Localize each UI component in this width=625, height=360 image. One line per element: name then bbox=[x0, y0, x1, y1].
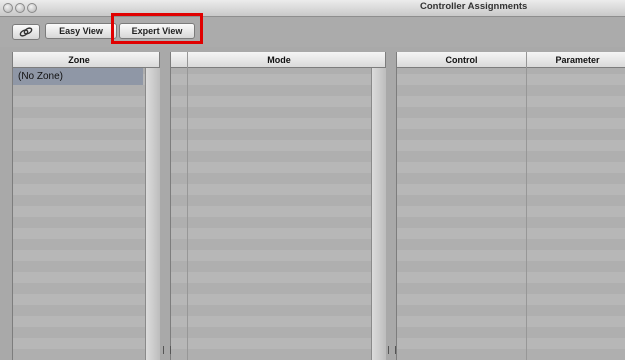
link-button[interactable] bbox=[12, 24, 40, 40]
title-bar: Controller Assignments bbox=[0, 0, 625, 17]
easy-view-button[interactable]: Easy View bbox=[45, 23, 117, 39]
zone-scrollbar[interactable] bbox=[145, 68, 160, 360]
control-column-header[interactable]: Control bbox=[397, 52, 526, 68]
zone-header-corner bbox=[145, 52, 159, 68]
expert-view-highlight bbox=[111, 13, 203, 44]
zoom-window-button[interactable] bbox=[27, 3, 37, 13]
mode-panel: Mode bbox=[163, 52, 396, 360]
parameter-column-header[interactable]: Parameter bbox=[527, 52, 625, 68]
window-title: Controller Assignments bbox=[420, 1, 528, 12]
close-window-button[interactable] bbox=[3, 3, 13, 13]
split-grip-right[interactable] bbox=[388, 346, 396, 354]
zone-panel: Zone (No Zone) bbox=[12, 52, 160, 360]
split-grip-left[interactable] bbox=[163, 346, 171, 354]
toolbar: Easy View Expert View bbox=[0, 17, 625, 47]
control-panel: Control Parameter bbox=[396, 52, 625, 360]
zone-column-header[interactable]: Zone bbox=[13, 52, 145, 68]
link-icon bbox=[19, 27, 33, 37]
minimize-window-button[interactable] bbox=[15, 3, 25, 13]
mode-column-header[interactable]: Mode bbox=[187, 52, 371, 68]
mode-header-left-cap bbox=[171, 52, 187, 68]
control-column-divider bbox=[526, 52, 527, 360]
mode-column-divider bbox=[187, 52, 188, 360]
mode-scrollbar[interactable] bbox=[371, 68, 386, 360]
zone-list-item[interactable]: (No Zone) bbox=[13, 68, 143, 85]
mode-header-corner bbox=[371, 52, 385, 68]
